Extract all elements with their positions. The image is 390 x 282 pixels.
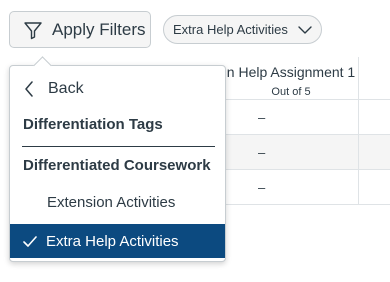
group-title-differentiation-tags: Differentiation Tags [23,116,163,133]
grade-cell[interactable]: – [224,170,358,204]
menu-item-extension-activities[interactable]: Extension Activities [10,194,225,218]
menu-divider [22,146,215,147]
back-label: Back [48,80,84,97]
filter-menu: Back Differentiation Tags Differentiated… [9,56,226,262]
row-divider [224,204,390,205]
back-menu-item[interactable]: Back [10,76,225,102]
grade-cell[interactable]: – [224,135,358,169]
assignment-column-title: n Help Assignment 1 [226,64,356,80]
column-divider [358,57,359,205]
active-filter-label: Extra Help Activities [173,22,288,37]
assignment-column-header[interactable]: n Help Assignment 1 Out of 5 [224,59,358,99]
assignment-points-label: Out of 5 [271,86,311,98]
group-title-differentiated-coursework: Differentiated Coursework [23,157,211,174]
checkmark-icon [23,235,37,247]
grade-value: – [258,109,266,125]
grade-value: – [258,144,266,160]
chevron-left-icon [25,81,33,97]
active-filter-chip[interactable]: Extra Help Activities [163,15,322,44]
grade-cell-shade [359,135,390,169]
extra-help-label: Extra Help Activities [46,232,179,250]
grade-value: – [258,179,266,195]
chevron-down-icon [298,25,312,34]
apply-filters-label: Apply Filters [52,19,146,39]
menu-item-extra-help-activities[interactable]: Extra Help Activities [10,224,225,258]
grade-cell[interactable]: – [224,100,358,134]
filter-icon [24,21,42,39]
apply-filters-button[interactable]: Apply Filters [9,11,151,48]
